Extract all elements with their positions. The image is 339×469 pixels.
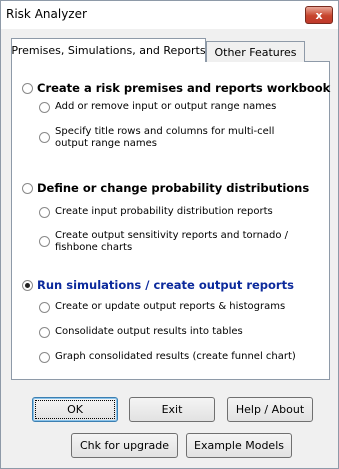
- title-bar: Risk Analyzer x: [1, 1, 338, 29]
- radio-add-remove-range-names[interactable]: [39, 102, 50, 113]
- radio-graph-funnel-chart[interactable]: [39, 352, 50, 363]
- option-define-distributions[interactable]: Define or change probability distributio…: [22, 181, 309, 195]
- ok-button[interactable]: OK: [32, 397, 118, 422]
- option-label: Consolidate output results into tables: [55, 326, 243, 337]
- option-label: Add or remove input or output range name…: [55, 101, 277, 112]
- radio-sensitivity-reports[interactable]: [39, 236, 50, 247]
- radio-update-output-reports[interactable]: [39, 302, 50, 313]
- window-title: Risk Analyzer: [6, 7, 87, 21]
- option-run-simulations[interactable]: Run simulations / create output reports: [22, 278, 294, 292]
- risk-analyzer-dialog: Risk Analyzer x Premises, Simulations, a…: [0, 0, 339, 469]
- option-label: Run simulations / create output reports: [37, 278, 294, 292]
- tab-other-features[interactable]: Other Features: [206, 41, 305, 62]
- radio-create-premises-workbook[interactable]: [22, 83, 33, 94]
- radio-define-distributions[interactable]: [22, 183, 33, 194]
- exit-button[interactable]: Exit: [129, 397, 215, 422]
- example-models-button[interactable]: Example Models: [186, 433, 292, 458]
- option-label: Create input probability distribution re…: [55, 206, 273, 217]
- option-label: Graph consolidated results (create funne…: [55, 351, 296, 362]
- option-update-output-reports[interactable]: Create or update output reports & histog…: [39, 301, 285, 313]
- help-about-button[interactable]: Help / About: [227, 397, 313, 422]
- option-sensitivity-reports[interactable]: Create output sensitivity reports and to…: [39, 230, 304, 254]
- tab-label: Premises, Simulations, and Reports: [11, 44, 206, 57]
- option-input-distribution-reports[interactable]: Create input probability distribution re…: [39, 206, 273, 218]
- option-consolidate-results[interactable]: Consolidate output results into tables: [39, 326, 243, 338]
- check-upgrade-button[interactable]: Chk for upgrade: [71, 433, 178, 458]
- option-label: Specify title rows and columns for multi…: [55, 126, 275, 149]
- tab-label: Other Features: [214, 45, 297, 59]
- close-icon: x: [315, 8, 323, 22]
- option-graph-funnel-chart[interactable]: Graph consolidated results (create funne…: [39, 351, 296, 363]
- tab-premises-simulations-reports[interactable]: Premises, Simulations, and Reports: [11, 38, 206, 62]
- radio-specify-title-rows[interactable]: [39, 132, 50, 143]
- option-specify-title-rows[interactable]: Specify title rows and columns for multi…: [39, 126, 304, 150]
- tab-panel: Create a risk premises and reports workb…: [11, 61, 330, 380]
- radio-input-distribution-reports[interactable]: [39, 207, 50, 218]
- option-label: Create a risk premises and reports workb…: [37, 81, 331, 95]
- option-label: Create or update output reports & histog…: [55, 301, 286, 312]
- close-button[interactable]: x: [305, 6, 333, 24]
- radio-run-simulations[interactable]: [22, 280, 33, 291]
- radio-consolidate-results[interactable]: [39, 327, 50, 338]
- option-add-remove-range-names[interactable]: Add or remove input or output range name…: [39, 101, 276, 113]
- option-create-premises-workbook[interactable]: Create a risk premises and reports workb…: [22, 81, 330, 95]
- option-label: Define or change probability distributio…: [37, 181, 310, 195]
- option-label: Create output sensitivity reports and to…: [55, 230, 289, 253]
